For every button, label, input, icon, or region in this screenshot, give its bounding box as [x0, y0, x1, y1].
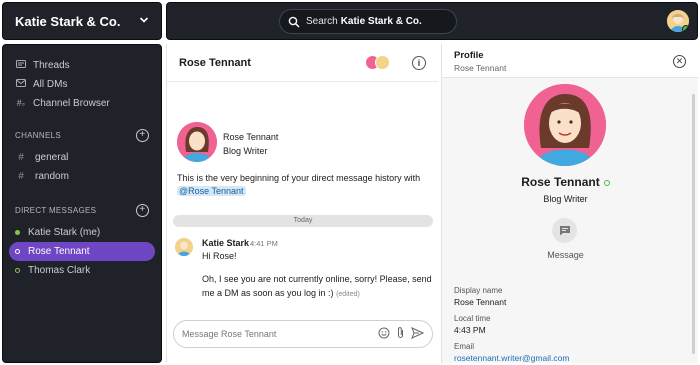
message-button-label: Message: [547, 250, 584, 260]
intro-text: This is the very beginning of your direc…: [177, 172, 435, 198]
channel-label: random: [35, 171, 69, 182]
user-avatar[interactable]: [667, 10, 689, 32]
emoji-icon[interactable]: [378, 327, 390, 342]
add-channel-icon[interactable]: +: [136, 128, 149, 142]
message-input[interactable]: [182, 329, 372, 339]
add-dm-icon[interactable]: +: [136, 203, 149, 217]
message-body: Oh, I see you are not currently online, …: [202, 272, 434, 302]
workspace-switcher[interactable]: Katie Stark & Co.: [2, 2, 162, 40]
email-link[interactable]: rosetennant.writer@gmail.com: [454, 353, 569, 363]
message-button[interactable]: [552, 218, 577, 243]
sidebar-item-katie-stark[interactable]: Katie Stark (me): [9, 223, 155, 242]
intro-sentence: This is the very beginning of your direc…: [177, 173, 421, 183]
dm-intro: Rose Tennant Blog Writer: [177, 122, 278, 162]
dm-label: Rose Tennant: [28, 246, 90, 257]
chat-header: Rose Tennant i: [167, 44, 438, 82]
hash-icon: #: [18, 171, 24, 182]
workspace-name: Katie Stark & Co.: [15, 13, 121, 29]
sidebar-item-label: Channel Browser: [33, 98, 110, 109]
sidebar-item-channel-browser[interactable]: #⌕ Channel Browser: [3, 94, 161, 113]
display-name-label: Display name: [454, 286, 503, 295]
send-icon[interactable]: [411, 326, 425, 342]
intro-name: Rose Tennant: [223, 132, 279, 142]
sidebar: Threads All DMs #⌕ Channel Browser CHANN…: [2, 44, 162, 363]
sidebar-item-label: Threads: [33, 60, 70, 71]
sidebar-item-threads[interactable]: Threads: [3, 56, 161, 75]
profile-subtitle: Rose Tennant: [454, 63, 507, 73]
user-mention[interactable]: @Rose Tennant: [177, 186, 246, 196]
katie-avatar[interactable]: [175, 238, 193, 256]
attachment-icon[interactable]: [396, 326, 405, 342]
channels-heading: CHANNELS: [15, 130, 61, 140]
profile-role: Blog Writer: [543, 194, 588, 204]
sidebar-item-random[interactable]: # random: [3, 167, 161, 186]
search-scope: Katie Stark & Co.: [340, 16, 422, 27]
dm-label: Katie Stark (me): [28, 227, 101, 238]
threads-icon: [15, 60, 27, 71]
profile-header: Profile Rose Tennant ✕: [442, 44, 698, 78]
rose-avatar[interactable]: [177, 122, 217, 162]
profile-name-row: Rose Tennant: [442, 175, 689, 189]
sidebar-item-label: All DMs: [33, 79, 68, 90]
message-line: Oh, I see you are not currently online, …: [202, 274, 432, 298]
profile-name: Rose Tennant: [521, 175, 600, 189]
message-composer: [173, 320, 433, 348]
edited-label: (edited): [336, 291, 360, 298]
offline-status-dot: [15, 249, 20, 254]
message-author[interactable]: Katie Stark: [202, 238, 249, 248]
away-status-dot: [15, 268, 20, 273]
sidebar-item-thomas-clark[interactable]: Thomas Clark: [9, 261, 155, 280]
search-input[interactable]: Search Katie Stark & Co.: [279, 9, 457, 34]
all-dms-icon: [15, 79, 27, 90]
top-bar: Search Katie Stark & Co.: [166, 2, 698, 40]
hash-icon: #: [18, 152, 24, 163]
offline-status-dot: [603, 179, 610, 186]
sidebar-item-general[interactable]: # general: [3, 148, 161, 167]
channel-browser-icon: #⌕: [16, 98, 26, 108]
scrollbar[interactable]: [692, 94, 695, 354]
channels-section-header: CHANNELS +: [3, 125, 161, 145]
direct-messages-heading: DIRECT MESSAGES: [15, 205, 97, 215]
email-label: Email: [454, 342, 475, 351]
channel-label: general: [35, 152, 69, 163]
participant-avatar[interactable]: [375, 55, 390, 70]
message-line: Hi Rose!: [202, 251, 237, 261]
date-divider: Today: [173, 215, 433, 227]
close-icon[interactable]: ✕: [673, 55, 686, 68]
profile-avatar: [524, 84, 606, 166]
online-status-dot: [682, 25, 689, 32]
search-icon: [288, 16, 300, 28]
chat-pane: Rose Tennant i Rose Tennant Blog Writer …: [166, 44, 438, 363]
online-status-dot: [15, 230, 20, 235]
info-icon[interactable]: i: [412, 55, 426, 70]
chevron-down-icon: [139, 14, 149, 28]
profile-pane: Profile Rose Tennant ✕ Rose Tennant Blog…: [441, 44, 698, 363]
local-time-value: 4:43 PM: [454, 325, 486, 335]
dm-label: Thomas Clark: [28, 265, 91, 276]
intro-role: Blog Writer: [223, 146, 268, 156]
direct-messages-section-header: DIRECT MESSAGES +: [3, 200, 161, 220]
search-prefix: Search: [306, 16, 338, 27]
sidebar-item-rose-tennant[interactable]: Rose Tennant: [9, 242, 155, 261]
sidebar-item-all-dms[interactable]: All DMs: [3, 75, 161, 94]
display-name-value: Rose Tennant: [454, 297, 507, 307]
chat-title: Rose Tennant: [179, 56, 251, 69]
message-time: 4:41 PM: [250, 239, 278, 248]
message-icon: [559, 226, 570, 236]
profile-title: Profile: [454, 50, 484, 61]
local-time-label: Local time: [454, 314, 491, 323]
